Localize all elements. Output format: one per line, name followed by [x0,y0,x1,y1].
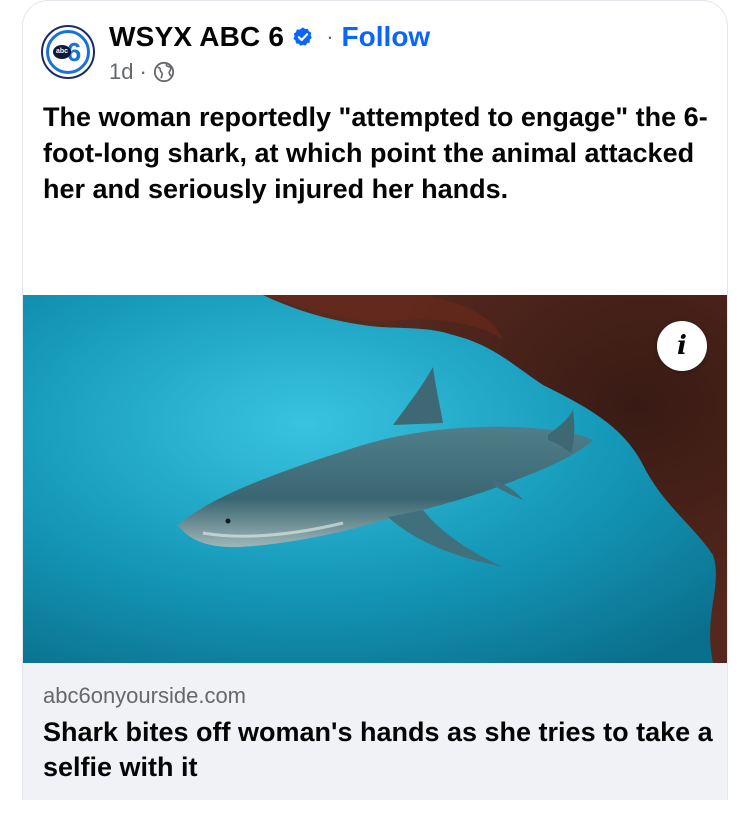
post-message: The woman reportedly "attempted to engag… [43,102,708,204]
globe-icon[interactable] [153,61,175,83]
shark-photo [23,295,727,663]
link-title: Shark bites off woman's hands as she tri… [43,717,713,782]
info-icon: i [677,331,687,361]
link-preview[interactable]: abc6onyourside.com Shark bites off woman… [23,663,727,800]
post-card: abc 6 WSYX ABC 6 · Follow 1d · The woman… [22,0,728,800]
separator-dot: · [326,24,334,49]
page-name-link[interactable]: WSYX ABC 6 [109,21,284,53]
page-avatar[interactable]: abc 6 [41,25,95,79]
follow-button[interactable]: Follow [342,21,431,53]
avatar-abc-text: abc [53,45,71,59]
post-time[interactable]: 1d [109,59,133,85]
abc6-logo: abc 6 [46,30,90,74]
name-row: WSYX ABC 6 · Follow [109,19,430,55]
meta-separator: · [139,59,147,84]
post-meta: 1d · [109,59,175,85]
info-button[interactable]: i [657,321,707,371]
link-preview-image[interactable]: i [23,295,727,663]
post-header: abc 6 WSYX ABC 6 · Follow 1d · [41,19,701,89]
verified-badge-icon [293,27,312,46]
link-domain: abc6onyourside.com [43,683,247,708]
